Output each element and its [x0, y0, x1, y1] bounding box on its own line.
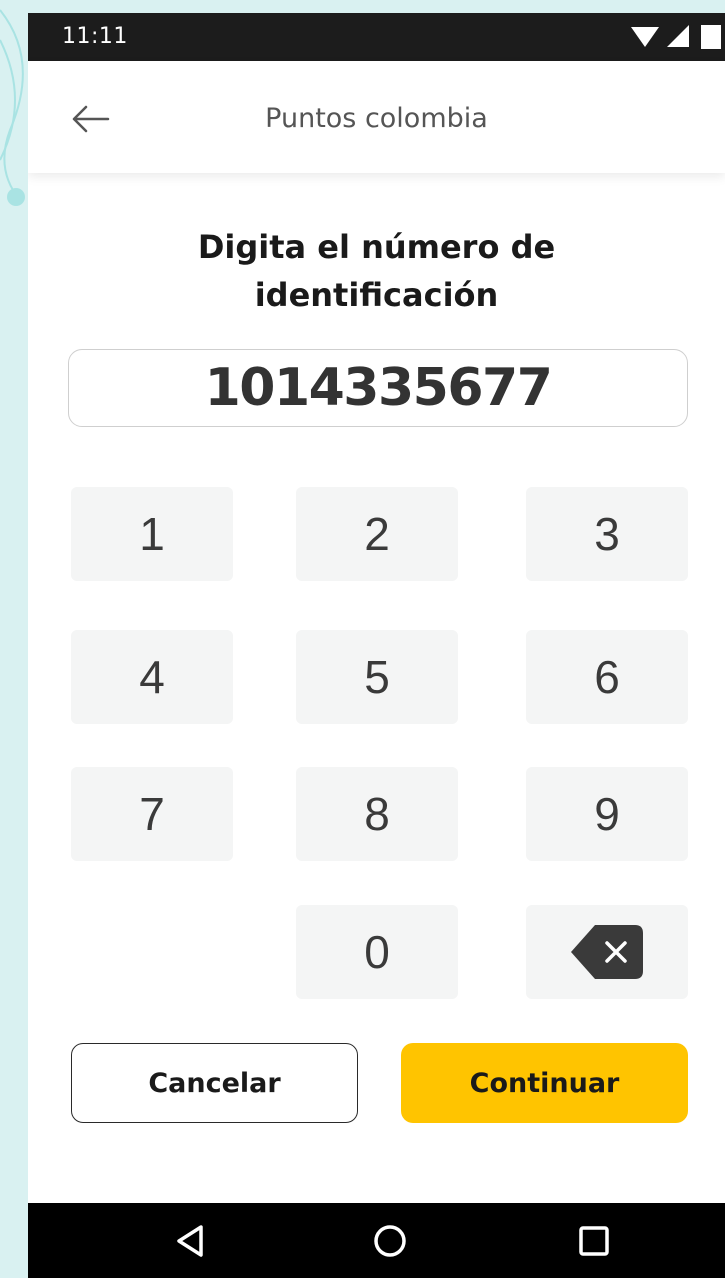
nav-back-button[interactable] — [171, 1221, 211, 1261]
square-recents-icon — [579, 1226, 609, 1256]
circle-home-icon — [374, 1225, 406, 1257]
status-icons — [631, 25, 721, 49]
backspace-icon — [571, 925, 643, 979]
id-number-field[interactable]: 1014335677 — [68, 349, 688, 427]
key-7[interactable]: 7 — [71, 767, 233, 861]
heading-line-1: Digita el número de — [197, 228, 556, 266]
app-title: Puntos colombia — [265, 103, 488, 134]
nav-home-button[interactable] — [370, 1221, 410, 1261]
continue-button[interactable]: Continuar — [401, 1043, 688, 1123]
key-3[interactable]: 3 — [526, 487, 688, 581]
backspace-key[interactable] — [526, 905, 688, 999]
key-9[interactable]: 9 — [526, 767, 688, 861]
status-time: 11:11 — [62, 24, 128, 49]
status-bar: 11:11 — [28, 13, 725, 61]
cancel-button[interactable]: Cancelar — [71, 1043, 358, 1123]
app-bar: Puntos colombia — [28, 61, 725, 173]
key-0[interactable]: 0 — [296, 905, 458, 999]
battery-icon — [701, 25, 721, 49]
key-1[interactable]: 1 — [71, 487, 233, 581]
android-nav-bar — [28, 1203, 725, 1278]
page-heading: Digita el número de identificación — [28, 223, 725, 319]
phone-screen: 11:11 Puntos colombia Digita el número d… — [28, 13, 725, 1278]
key-2[interactable]: 2 — [296, 487, 458, 581]
heading-line-2: identificación — [254, 276, 499, 314]
key-6[interactable]: 6 — [526, 630, 688, 724]
key-4[interactable]: 4 — [71, 630, 233, 724]
key-8[interactable]: 8 — [296, 767, 458, 861]
key-5[interactable]: 5 — [296, 630, 458, 724]
wifi-icon — [631, 27, 659, 47]
nav-recents-button[interactable] — [574, 1221, 614, 1261]
signal-icon — [667, 25, 689, 47]
triangle-back-icon — [177, 1225, 203, 1257]
